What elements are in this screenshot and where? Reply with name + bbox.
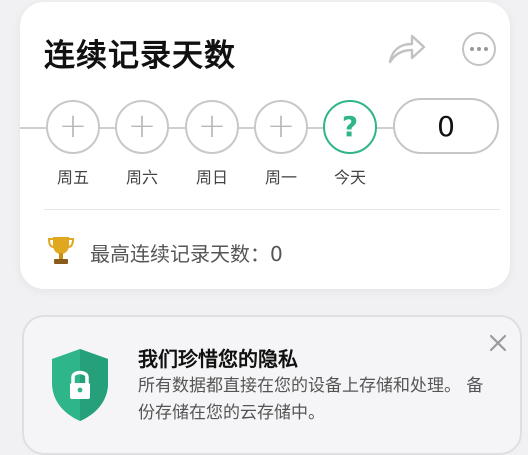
streak-count-pill: 0: [393, 98, 499, 154]
plus-icon: +: [58, 105, 88, 146]
day-label-sun: 周日: [195, 168, 228, 187]
day-label-sat: 周六: [125, 168, 158, 187]
streak-card: 连续记录天数 + + + + ? 周五 周六 周日 周一 今天 0 最高连续记录…: [20, 2, 510, 289]
day-circle-today[interactable]: ?: [323, 100, 377, 154]
privacy-title: 我们珍惜您的隐私: [138, 347, 298, 371]
best-streak-text: 最高连续记录天数：0: [90, 242, 283, 266]
day-circle-fri[interactable]: +: [46, 100, 100, 154]
privacy-card: 我们珍惜您的隐私 所有数据都直接在您的设备上存储和处理。 备份存储在您的云存储中…: [22, 315, 522, 455]
divider: [44, 209, 500, 210]
streak-title: 连续记录天数: [44, 38, 236, 74]
day-label-today: 今天: [333, 168, 366, 187]
day-circle-mon[interactable]: +: [254, 100, 308, 154]
share-icon[interactable]: [384, 30, 428, 66]
trophy-icon: [48, 237, 74, 264]
plus-icon: +: [127, 105, 157, 146]
day-circle-sun[interactable]: +: [185, 100, 239, 154]
day-circle-sat[interactable]: +: [115, 100, 169, 154]
plus-icon: +: [266, 105, 296, 146]
privacy-body: 所有数据都直接在您的设备上存储和处理。 备份存储在您的云存储中。: [138, 376, 484, 423]
day-label-fri: 周五: [56, 168, 89, 187]
plus-icon: +: [197, 105, 227, 146]
question-icon: ?: [341, 109, 359, 143]
close-icon[interactable]: [486, 331, 510, 355]
more-options-icon[interactable]: [462, 32, 496, 66]
shield-lock-icon: [52, 349, 108, 421]
day-label-mon: 周一: [264, 168, 297, 187]
